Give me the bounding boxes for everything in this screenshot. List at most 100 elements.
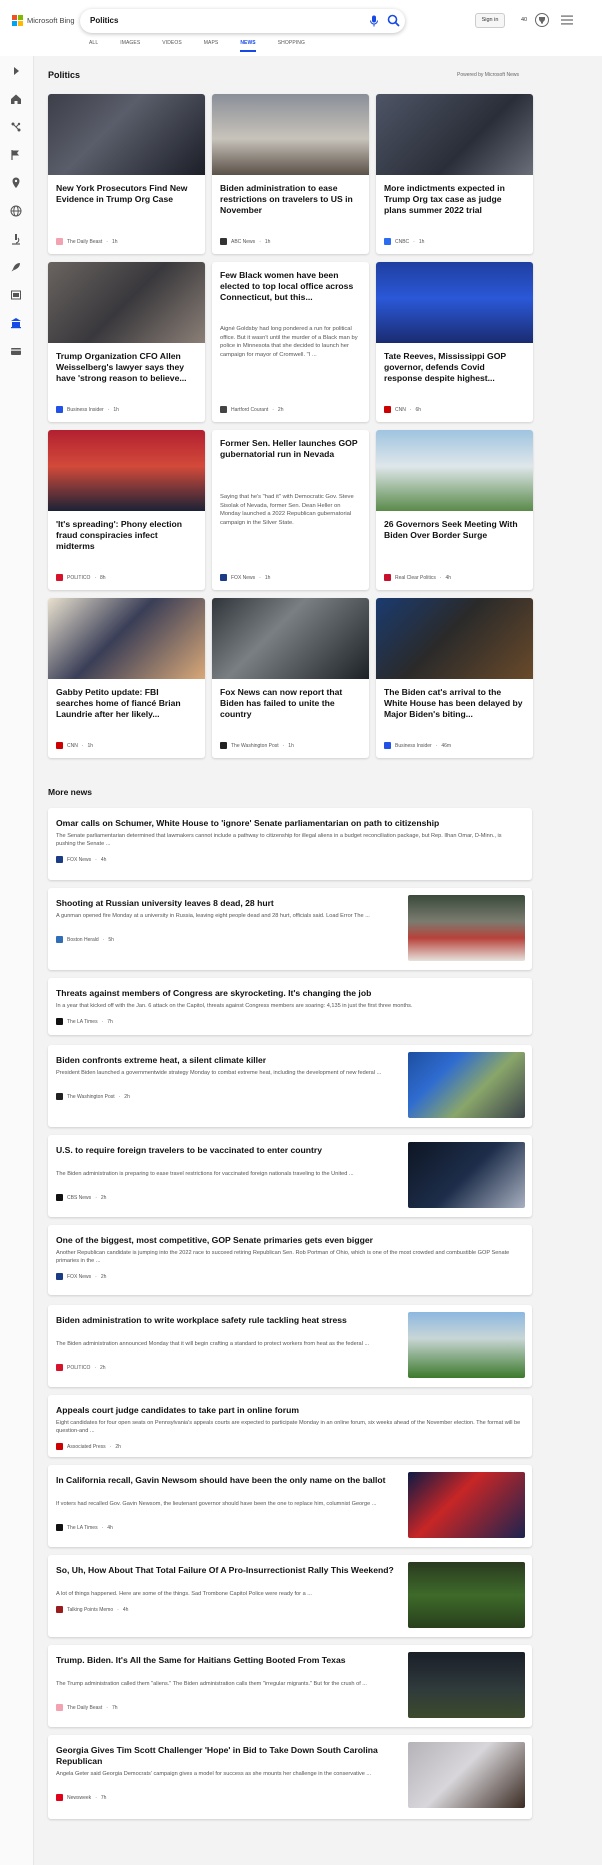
science-icon[interactable] <box>9 120 23 134</box>
news-list-item[interactable]: Threats against members of Congress are … <box>48 978 532 1035</box>
card-image[interactable] <box>376 598 533 679</box>
card-image[interactable] <box>376 262 533 343</box>
card-title[interactable]: Biden administration to ease restriction… <box>220 183 361 217</box>
card-icon[interactable] <box>9 344 23 358</box>
card-source[interactable]: Hartford Courant · 2h <box>220 406 283 413</box>
news-card[interactable]: 26 Governors Seek Meeting With Biden Ove… <box>376 430 533 590</box>
news-title[interactable]: Biden confronts extreme heat, a silent c… <box>56 1055 396 1066</box>
news-title[interactable]: Appeals court judge candidates to take p… <box>56 1405 521 1416</box>
rewards-trophy-icon[interactable] <box>534 12 550 28</box>
news-thumbnail[interactable] <box>408 1052 525 1118</box>
news-source[interactable]: The Daily Beast · 7h <box>56 1704 118 1711</box>
news-thumbnail[interactable] <box>408 1142 525 1208</box>
search-input[interactable]: Politics <box>90 16 118 25</box>
news-source[interactable]: POLITICO · 2h <box>56 1364 106 1371</box>
news-list-item[interactable]: Appeals court judge candidates to take p… <box>48 1395 532 1457</box>
news-thumbnail[interactable] <box>408 895 525 961</box>
news-title[interactable]: Georgia Gives Tim Scott Challenger 'Hope… <box>56 1745 396 1767</box>
card-source[interactable]: POLITICO · 8h <box>56 574 106 581</box>
news-title[interactable]: Biden administration to write workplace … <box>56 1315 396 1326</box>
news-title[interactable]: Omar calls on Schumer, White House to 'i… <box>56 818 521 829</box>
news-title[interactable]: Trump. Biden. It's All the Same for Hait… <box>56 1655 396 1666</box>
news-card[interactable]: More indictments expected in Trump Org t… <box>376 94 533 254</box>
hamburger-menu-icon[interactable] <box>561 15 573 25</box>
microscope-icon[interactable] <box>9 232 23 246</box>
news-thumbnail[interactable] <box>408 1652 525 1718</box>
rocket-icon[interactable] <box>9 260 23 274</box>
news-thumbnail[interactable] <box>408 1472 525 1538</box>
card-title[interactable]: 'It's spreading': Phony election fraud c… <box>56 519 197 553</box>
news-thumbnail[interactable] <box>408 1562 525 1628</box>
news-card[interactable]: Few Black women have been elected to top… <box>212 262 369 422</box>
news-thumbnail[interactable] <box>408 1312 525 1378</box>
card-image[interactable] <box>376 430 533 511</box>
news-title[interactable]: U.S. to require foreign travelers to be … <box>56 1145 396 1156</box>
card-source[interactable]: CNN · 1h <box>56 742 93 749</box>
expand-arrow-icon[interactable] <box>9 64 23 78</box>
search-box[interactable]: Politics <box>80 9 405 33</box>
tab-shopping[interactable]: SHOPPING <box>278 40 305 52</box>
card-source[interactable]: ABC News · 1h <box>220 238 270 245</box>
card-image[interactable] <box>376 94 533 175</box>
news-card[interactable]: Former Sen. Heller launches GOP gubernat… <box>212 430 369 590</box>
card-title[interactable]: Fox News can now report that Biden has f… <box>220 687 361 721</box>
card-image[interactable] <box>48 262 205 343</box>
news-source[interactable]: Newsweek · 7h <box>56 1794 106 1801</box>
news-card[interactable]: Trump Organization CFO Allen Weisselberg… <box>48 262 205 422</box>
tab-maps[interactable]: MAPS <box>204 40 219 52</box>
news-title[interactable]: Threats against members of Congress are … <box>56 988 521 999</box>
news-title[interactable]: In California recall, Gavin Newsom shoul… <box>56 1475 396 1486</box>
film-icon[interactable] <box>9 288 23 302</box>
microphone-icon[interactable] <box>369 15 379 27</box>
news-thumbnail[interactable] <box>408 1742 525 1808</box>
news-list-item[interactable]: Trump. Biden. It's All the Same for Hait… <box>48 1645 532 1727</box>
tab-all[interactable]: ALL <box>89 40 98 52</box>
news-card[interactable]: The Biden cat's arrival to the White Hou… <box>376 598 533 758</box>
news-card[interactable]: New York Prosecutors Find New Evidence i… <box>48 94 205 254</box>
news-card[interactable]: Fox News can now report that Biden has f… <box>212 598 369 758</box>
tab-images[interactable]: IMAGES <box>120 40 140 52</box>
news-source[interactable]: CBS News · 2h <box>56 1194 106 1201</box>
news-list-item[interactable]: In California recall, Gavin Newsom shoul… <box>48 1465 532 1547</box>
building-icon[interactable] <box>9 316 23 330</box>
card-title[interactable]: Tate Reeves, Mississippi GOP governor, d… <box>384 351 525 385</box>
globe-icon[interactable] <box>9 204 23 218</box>
card-source[interactable]: The Daily Beast · 1h <box>56 238 118 245</box>
news-source[interactable]: FOX News · 2h <box>56 1273 106 1280</box>
powered-by-label[interactable]: Powered by Microsoft News <box>457 72 519 78</box>
card-image[interactable] <box>48 598 205 679</box>
search-icon[interactable] <box>387 14 400 27</box>
news-list-item[interactable]: Biden confronts extreme heat, a silent c… <box>48 1045 532 1127</box>
news-title[interactable]: Shooting at Russian university leaves 8 … <box>56 898 396 909</box>
news-card[interactable]: Tate Reeves, Mississippi GOP governor, d… <box>376 262 533 422</box>
card-source[interactable]: Business Insider · 46m <box>384 742 451 749</box>
card-title[interactable]: Former Sen. Heller launches GOP gubernat… <box>220 438 361 460</box>
card-title[interactable]: The Biden cat's arrival to the White Hou… <box>384 687 525 721</box>
card-title[interactable]: 26 Governors Seek Meeting With Biden Ove… <box>384 519 525 541</box>
card-source[interactable]: Business Insider · 1h <box>56 406 119 413</box>
home-icon[interactable] <box>9 92 23 106</box>
news-source[interactable]: Boston Herald · 5h <box>56 936 114 943</box>
card-title[interactable]: Trump Organization CFO Allen Weisselberg… <box>56 351 197 385</box>
card-image[interactable] <box>48 430 205 511</box>
card-title[interactable]: More indictments expected in Trump Org t… <box>384 183 525 217</box>
card-source[interactable]: The Washington Post · 1h <box>220 742 294 749</box>
news-source[interactable]: FOX News · 4h <box>56 856 106 863</box>
card-source[interactable]: CNN · 6h <box>384 406 421 413</box>
news-list-item[interactable]: Biden administration to write workplace … <box>48 1305 532 1387</box>
news-source[interactable]: The Washington Post · 2h <box>56 1093 130 1100</box>
card-source[interactable]: Real Clear Politics · 4h <box>384 574 451 581</box>
news-source[interactable]: The LA Times · 4h <box>56 1524 113 1531</box>
news-list-item[interactable]: Shooting at Russian university leaves 8 … <box>48 888 532 970</box>
news-title[interactable]: So, Uh, How About That Total Failure Of … <box>56 1565 396 1576</box>
news-source[interactable]: Talking Points Memo · 4h <box>56 1606 128 1613</box>
news-list-item[interactable]: One of the biggest, most competitive, GO… <box>48 1225 532 1295</box>
card-title[interactable]: New York Prosecutors Find New Evidence i… <box>56 183 197 205</box>
card-title[interactable]: Few Black women have been elected to top… <box>220 270 361 304</box>
news-source[interactable]: The LA Times · 7h <box>56 1018 113 1025</box>
card-source[interactable]: FOX News · 1h <box>220 574 270 581</box>
rewards-count[interactable]: 40 <box>521 17 527 23</box>
card-source[interactable]: CNBC · 1h <box>384 238 424 245</box>
news-list-item[interactable]: So, Uh, How About That Total Failure Of … <box>48 1555 532 1637</box>
news-title[interactable]: One of the biggest, most competitive, GO… <box>56 1235 521 1246</box>
